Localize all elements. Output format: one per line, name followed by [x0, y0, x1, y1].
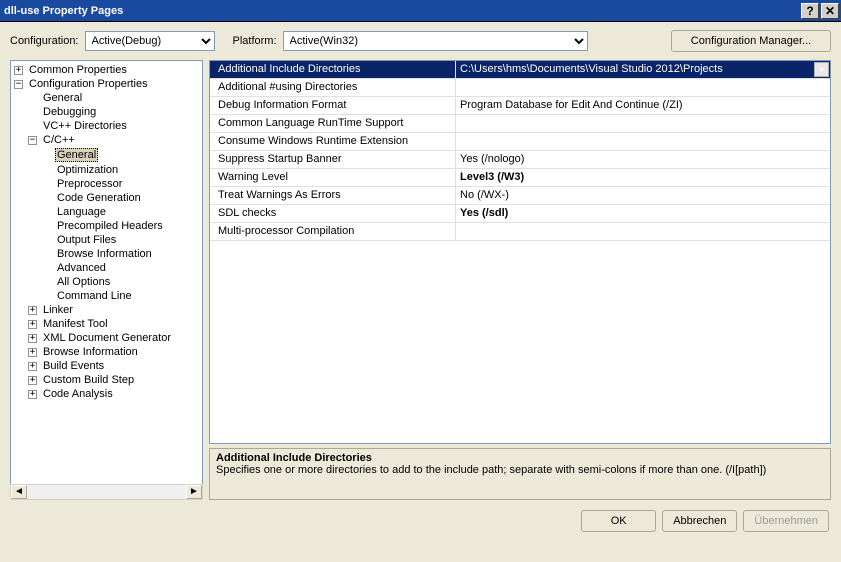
tree-ccpp[interactable]: −C/C++ — [11, 133, 202, 147]
property-value[interactable]: Yes (/sdl) — [456, 205, 830, 222]
config-manager-button[interactable]: Configuration Manager... — [671, 30, 831, 52]
configuration-select[interactable]: Active(Debug) — [85, 31, 215, 51]
property-row[interactable]: Common Language RunTime Support — [210, 115, 830, 133]
tree-all-options[interactable]: All Options — [11, 275, 202, 289]
property-grid[interactable]: Additional Include DirectoriesC:\Users\h… — [209, 60, 831, 444]
expand-icon[interactable]: + — [28, 320, 37, 329]
tree-precompiled-headers[interactable]: Precompiled Headers — [11, 219, 202, 233]
collapse-icon[interactable]: − — [14, 80, 23, 89]
property-row[interactable]: Additional Include DirectoriesC:\Users\h… — [210, 61, 830, 79]
scroll-right-icon[interactable]: ► — [186, 485, 202, 499]
collapse-icon[interactable]: − — [28, 136, 37, 145]
dropdown-icon[interactable]: ▾ — [814, 62, 829, 77]
expand-icon[interactable]: + — [14, 66, 23, 75]
platform-label: Platform: — [233, 35, 277, 47]
config-row: Configuration: Active(Debug) Platform: A… — [10, 30, 831, 52]
tree-code-generation[interactable]: Code Generation — [11, 191, 202, 205]
property-row[interactable]: Suppress Startup BannerYes (/nologo) — [210, 151, 830, 169]
configuration-label: Configuration: — [10, 35, 79, 47]
ok-button[interactable]: OK — [581, 510, 656, 532]
property-row[interactable]: Consume Windows Runtime Extension — [210, 133, 830, 151]
tree-browse-information[interactable]: Browse Information — [11, 247, 202, 261]
property-row[interactable]: Treat Warnings As ErrorsNo (/WX-) — [210, 187, 830, 205]
tree-advanced[interactable]: Advanced — [11, 261, 202, 275]
property-row[interactable]: SDL checksYes (/sdl) — [210, 205, 830, 223]
tree-manifest-tool[interactable]: +Manifest Tool — [11, 317, 202, 331]
expand-icon[interactable]: + — [28, 348, 37, 357]
tree-custom-build-step[interactable]: +Custom Build Step — [11, 373, 202, 387]
property-value[interactable]: Program Database for Edit And Continue (… — [456, 97, 830, 114]
expand-icon[interactable]: + — [28, 334, 37, 343]
property-value[interactable] — [456, 79, 830, 96]
property-name: Multi-processor Compilation — [210, 223, 456, 240]
tree-optimization[interactable]: Optimization — [11, 163, 202, 177]
tree-general[interactable]: General — [11, 91, 202, 105]
property-row[interactable]: Multi-processor Compilation — [210, 223, 830, 241]
tree-output-files[interactable]: Output Files — [11, 233, 202, 247]
tree-preprocessor[interactable]: Preprocessor — [11, 177, 202, 191]
expand-icon[interactable]: + — [28, 306, 37, 315]
tree-ccpp-general[interactable]: General — [11, 147, 202, 163]
close-button[interactable]: ✕ — [821, 3, 839, 19]
property-name: Additional #using Directories — [210, 79, 456, 96]
property-name: Warning Level — [210, 169, 456, 186]
scroll-left-icon[interactable]: ◄ — [11, 485, 27, 499]
tree-panel[interactable]: +Common Properties −Configuration Proper… — [10, 60, 203, 500]
tree-vc-directories[interactable]: VC++ Directories — [11, 119, 202, 133]
property-row[interactable]: Warning LevelLevel3 (/W3) — [210, 169, 830, 187]
description-body: Specifies one or more directories to add… — [216, 464, 824, 476]
window-title: dll-use Property Pages — [4, 5, 123, 17]
expand-icon[interactable]: + — [28, 390, 37, 399]
tree-code-analysis[interactable]: +Code Analysis — [11, 387, 202, 401]
tree-browse-information-2[interactable]: +Browse Information — [11, 345, 202, 359]
property-value[interactable]: C:\Users\hms\Documents\Visual Studio 201… — [456, 61, 830, 78]
cancel-button[interactable]: Abbrechen — [662, 510, 737, 532]
property-value[interactable] — [456, 223, 830, 240]
platform-select[interactable]: Active(Win32) — [283, 31, 588, 51]
property-name: SDL checks — [210, 205, 456, 222]
property-value[interactable]: Yes (/nologo) — [456, 151, 830, 168]
property-value[interactable]: No (/WX-) — [456, 187, 830, 204]
expand-icon[interactable]: + — [28, 376, 37, 385]
tree-command-line[interactable]: Command Line — [11, 289, 202, 303]
tree-debugging[interactable]: Debugging — [11, 105, 202, 119]
property-name: Suppress Startup Banner — [210, 151, 456, 168]
titlebar: dll-use Property Pages ? ✕ — [0, 0, 841, 22]
property-value[interactable]: Level3 (/W3) — [456, 169, 830, 186]
property-value[interactable] — [456, 133, 830, 150]
help-button[interactable]: ? — [801, 3, 819, 19]
description-title: Additional Include Directories — [216, 452, 824, 464]
property-value[interactable] — [456, 115, 830, 132]
property-name: Additional Include Directories — [210, 61, 456, 78]
property-name: Common Language RunTime Support — [210, 115, 456, 132]
property-name: Treat Warnings As Errors — [210, 187, 456, 204]
property-row[interactable]: Additional #using Directories — [210, 79, 830, 97]
description-panel: Additional Include Directories Specifies… — [209, 448, 831, 500]
tree-scrollbar[interactable]: ◄ ► — [10, 484, 203, 500]
tree-build-events[interactable]: +Build Events — [11, 359, 202, 373]
property-name: Consume Windows Runtime Extension — [210, 133, 456, 150]
tree-common-properties[interactable]: +Common Properties — [11, 63, 202, 77]
tree-language[interactable]: Language — [11, 205, 202, 219]
expand-icon[interactable]: + — [28, 362, 37, 371]
apply-button[interactable]: Übernehmen — [743, 510, 829, 532]
property-name: Debug Information Format — [210, 97, 456, 114]
tree-xml-doc-generator[interactable]: +XML Document Generator — [11, 331, 202, 345]
tree-linker[interactable]: +Linker — [11, 303, 202, 317]
tree-configuration-properties[interactable]: −Configuration Properties — [11, 77, 202, 91]
property-row[interactable]: Debug Information FormatProgram Database… — [210, 97, 830, 115]
